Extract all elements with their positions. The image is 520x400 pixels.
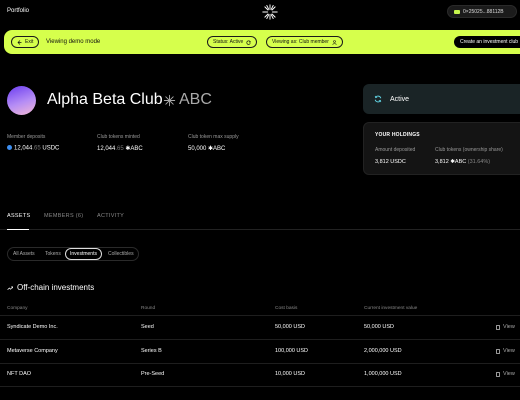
usdc-icon: [7, 145, 12, 150]
row-divider: [0, 386, 520, 387]
exit-arrow-icon: [17, 39, 22, 45]
view-details-link[interactable]: View: [496, 348, 515, 354]
col-cost-basis: Cost basis: [275, 306, 298, 311]
amount-deposited-value: 3,812 USDC: [375, 159, 406, 165]
wallet-button[interactable]: 0×25025...88112B: [447, 5, 517, 18]
club-ticker: ABC: [163, 91, 212, 109]
tokens-minted-main: 12,044: [97, 146, 116, 152]
document-icon: [496, 348, 500, 354]
member-deposits-value: 12,044.65 USDC: [7, 145, 59, 152]
row-round: Seed: [141, 324, 154, 330]
filter-all-assets[interactable]: All Assets: [8, 248, 40, 260]
row-cost: 50,000 USD: [275, 324, 305, 330]
club-status-text: Active: [390, 95, 410, 103]
document-icon: [496, 324, 500, 330]
create-investment-club-button[interactable]: Create an investment club: [454, 36, 520, 48]
holdings-title: YOUR HOLDINGS: [375, 132, 420, 138]
your-holdings-card: YOUR HOLDINGS Amount deposited Club toke…: [363, 122, 520, 175]
status-toggle-button[interactable]: Status: Active: [207, 36, 258, 48]
tokens-minted-decimals: .65: [115, 146, 124, 152]
sync-icon: [374, 95, 382, 103]
member-deposits-decimals: .65: [32, 145, 41, 152]
tab-activity[interactable]: ACTIVITY: [97, 213, 124, 219]
member-deposits-unit: USDC: [40, 145, 60, 152]
row-divider: [0, 339, 520, 340]
tokens-minted-label: Club tokens minted: [97, 134, 140, 140]
exit-label: Exit: [25, 39, 34, 45]
filter-tokens[interactable]: Tokens: [40, 248, 66, 260]
club-ticker-text: ABC: [179, 91, 212, 108]
refresh-icon: [246, 40, 252, 45]
user-icon: [332, 39, 337, 45]
col-company: Company: [7, 306, 28, 311]
row-value: 1,000,000 USD: [364, 371, 402, 377]
document-icon: [496, 371, 500, 377]
club-tokens-label: Club tokens (ownership share): [435, 147, 503, 153]
row-divider: [0, 363, 520, 364]
member-deposits-main: 12,044: [14, 145, 33, 152]
trend-up-icon: [7, 285, 13, 290]
viewing-as-toggle-button[interactable]: Viewing as: Club member: [266, 36, 343, 48]
club-tokens-share: (31.64%): [467, 159, 491, 165]
filter-investments[interactable]: Investments: [65, 248, 102, 260]
filter-collectibles[interactable]: Collectibles: [103, 248, 139, 260]
club-name: Alpha Beta Club: [47, 91, 163, 108]
active-tab-indicator: [7, 229, 29, 230]
row-round: Series B: [141, 348, 162, 354]
row-cost: 10,000 USD: [275, 371, 305, 377]
offchain-investments-heading: Off-chain investments: [7, 283, 94, 292]
exit-demo-button[interactable]: Exit: [11, 36, 40, 48]
demo-mode-banner: Exit Viewing demo mode Status: Active Vi…: [4, 30, 520, 54]
row-value: 2,000,000 USD: [364, 348, 402, 354]
offchain-title: Off-chain investments: [17, 283, 95, 292]
club-tabs: ASSETS MEMBERS (6) ACTIVITY: [0, 208, 520, 230]
row-cost: 100,000 USD: [275, 348, 309, 354]
header-divider: [0, 315, 520, 316]
col-current-value: Current investment value: [364, 306, 418, 311]
token-asterisk-icon: [163, 94, 176, 106]
club-status-panel: Active: [363, 84, 520, 114]
wallet-icon: [454, 9, 460, 14]
top-bar: Portfolio 0×25025...88112B: [0, 0, 520, 26]
view-details-link[interactable]: View: [496, 371, 515, 377]
tokens-minted-value: 12,044.65 ✱ABC: [97, 145, 143, 152]
tab-members[interactable]: MEMBERS (6): [44, 213, 83, 219]
viewing-as-label: Viewing as: Club member: [272, 39, 329, 45]
row-value: 50,000 USD: [364, 324, 394, 330]
demo-mode-message: Viewing demo mode: [46, 39, 101, 45]
amount-deposited-label: Amount deposited: [375, 147, 416, 153]
row-company: NFT DAO: [7, 371, 32, 377]
view-details-link[interactable]: View: [496, 324, 515, 330]
col-round: Round: [141, 306, 156, 311]
club-avatar: [7, 86, 36, 115]
max-supply-value: 50,000 ✱ABC: [188, 146, 226, 152]
syndicate-logo-icon[interactable]: [262, 4, 278, 20]
view-label: View: [503, 371, 515, 377]
club-tokens-value: 3,812 ✱ABC (31.64%): [435, 159, 490, 165]
view-label: View: [503, 324, 515, 330]
max-supply-label: Club token max supply: [188, 134, 239, 140]
club-tokens-amount: 3,812 ✱ABC: [435, 159, 467, 165]
row-company: Metaverse Company: [7, 348, 58, 354]
portfolio-link[interactable]: Portfolio: [7, 8, 29, 14]
tab-assets[interactable]: ASSETS: [7, 213, 31, 219]
status-label: Status: Active: [213, 39, 244, 45]
member-deposits-label: Member deposits: [7, 134, 46, 140]
wallet-address: 0×25025...88112B: [463, 8, 504, 15]
view-label: View: [503, 348, 515, 354]
row-round: Pre-Seed: [141, 371, 165, 377]
row-company: Syndicate Demo Inc.: [7, 324, 58, 330]
tokens-minted-unit: ✱ABC: [123, 146, 143, 152]
